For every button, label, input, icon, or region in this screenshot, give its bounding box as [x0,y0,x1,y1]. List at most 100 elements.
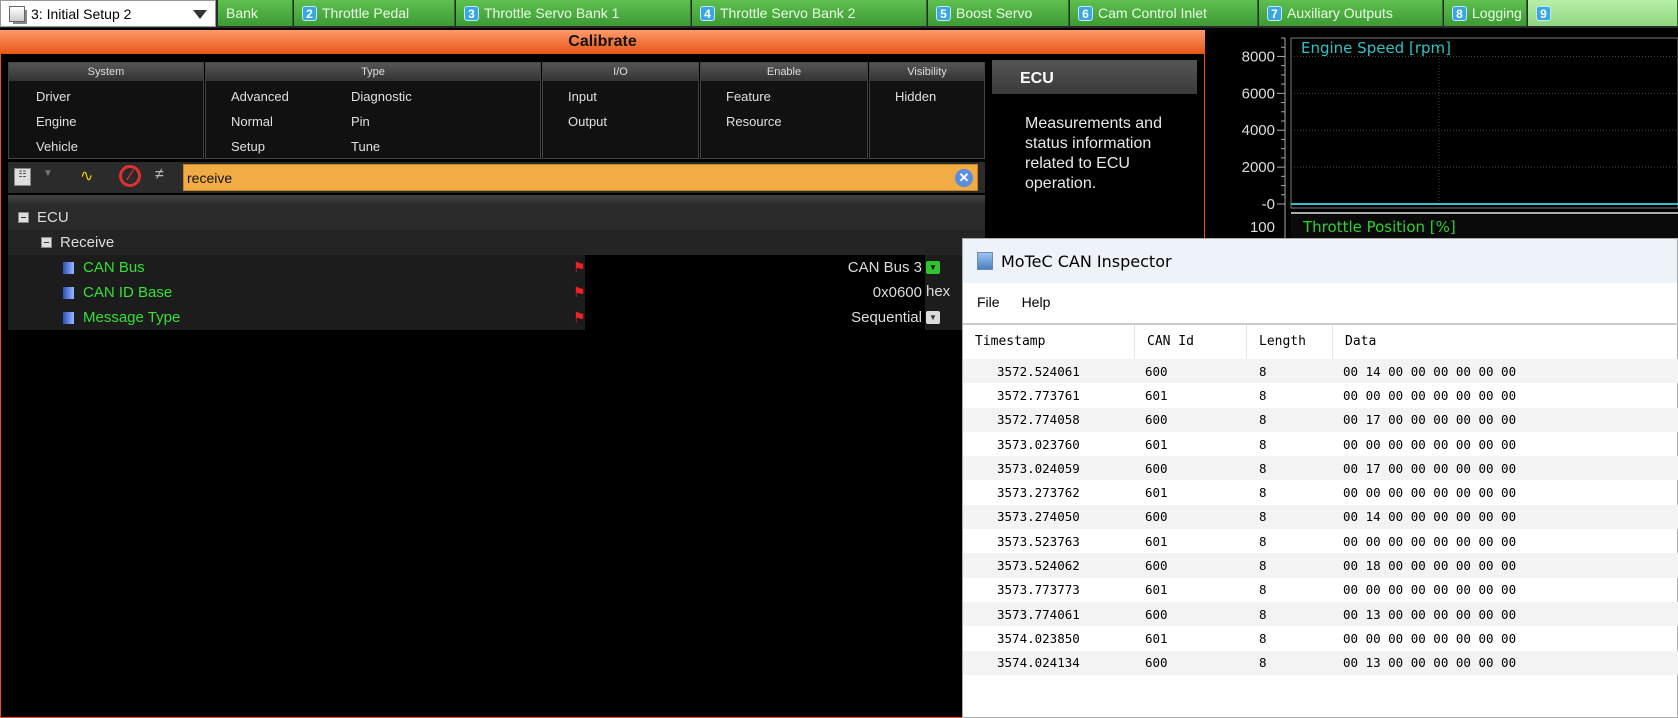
cell-can-id: 601 [1145,387,1168,403]
chevron-down-icon[interactable]: ▼ [43,168,53,179]
series-title: Engine Speed [rpm] [1301,39,1451,57]
table-row[interactable]: 3573.523763 601 8 00 00 00 00 00 00 00 00 [963,529,1678,553]
cell-timestamp: 3573.273762 [997,485,1080,501]
tab-boost-servo[interactable]: 5 Boost Servo [928,0,1069,26]
tab-logging[interactable]: 8 Logging [1444,0,1527,26]
workspace-dropdown[interactable]: 3: Initial Setup 2 [0,0,216,27]
clear-filter-icon[interactable]: ⁄ [119,165,141,187]
table-row[interactable]: 3572.774058 600 8 00 17 00 00 00 00 00 00 [963,407,1678,432]
cell-length: 8 [1259,387,1267,403]
cell-length: 8 [1259,558,1267,574]
table-row[interactable]: 3574.023850 601 8 00 00 00 00 00 00 00 00 [963,626,1678,650]
search-input[interactable] [183,164,978,191]
tree-row-can-id-base[interactable]: CAN ID Base ⚑ 0x0600 hex [8,280,985,305]
cell-can-id: 600 [1145,460,1168,476]
filter-driver[interactable]: Driver [36,89,71,104]
tree-node-receive[interactable]: Receive [8,230,985,255]
cell-data: 00 17 00 00 00 00 00 00 [1343,412,1517,428]
tree-view-icon[interactable]: ☷ [14,168,31,186]
dropdown-icon[interactable]: ▼ [926,261,940,274]
col-can-id[interactable]: CAN Id [1135,325,1247,359]
filter-pin[interactable]: Pin [351,114,370,129]
info-title: ECU [992,60,1197,94]
table-row[interactable]: 3573.023760 601 8 00 00 00 00 00 00 00 00 [963,432,1678,456]
tab-label: Throttle Servo Bank 1 [484,5,620,21]
cell-length: 8 [1259,436,1267,452]
value-field[interactable]: CAN Bus 3 [585,255,925,280]
clear-search-icon[interactable]: ✕ [955,169,973,187]
info-text: Measurements and status information rela… [1025,115,1162,192]
table-row[interactable]: 3574.024134 600 8 00 13 00 00 00 00 00 00 [963,650,1678,675]
table-row[interactable]: 3573.274050 600 8 00 14 00 00 00 00 00 00 [963,504,1678,530]
tree-label: Message Type [83,309,181,326]
cell-data: 00 18 00 00 00 00 00 00 [1343,558,1517,574]
tree-node-ecu[interactable]: ECU [8,205,985,230]
tab-auxiliary-outputs[interactable]: 7 Auxiliary Outputs [1259,0,1443,26]
filter-header: Type [206,63,540,81]
time-graph[interactable]: 8000 6000 4000 2000 -0 Engine Speed [rpm] Thro… [1205,30,1678,250]
title-bar[interactable]: MoTeC CAN Inspector [963,239,1677,283]
cell-data: 00 00 00 00 00 00 00 00 [1343,582,1517,598]
filter-vehicle[interactable]: Vehicle [36,139,78,154]
tree-header [8,195,985,205]
cell-length: 8 [1259,363,1267,379]
tab-bank[interactable]: Bank [218,0,293,26]
cell-timestamp: 3572.774058 [997,412,1080,428]
value-field[interactable]: Sequential [585,305,925,330]
tab-throttle-pedal[interactable]: 2 Throttle Pedal [294,0,455,26]
y-tick-label: 100 [1250,219,1275,236]
cell-length: 8 [1259,630,1267,646]
tab-throttle-servo-bank-2[interactable]: 4 Throttle Servo Bank 2 [692,0,927,26]
filter-normal[interactable]: Normal [231,114,273,129]
flag-icon: ⚑ [573,284,586,300]
flag-icon: ⚑ [573,259,586,275]
dropdown-icon[interactable]: ▼ [926,311,940,324]
filter-feature[interactable]: Feature [726,89,771,104]
filter-hidden[interactable]: Hidden [895,89,936,104]
filter-output[interactable]: Output [568,114,607,129]
wave-icon[interactable]: ∿ [80,166,93,186]
table-row[interactable]: 3572.524061 600 8 00 14 00 00 00 00 00 00 [963,359,1678,384]
table-row[interactable]: 3573.773773 601 8 00 00 00 00 00 00 00 00 [963,578,1678,602]
cell-timestamp: 3573.024059 [997,460,1080,476]
tree-row-message-type[interactable]: Message Type ⚑ Sequential ▼ [8,305,985,330]
col-timestamp[interactable]: Timestamp [963,325,1135,359]
filter-input[interactable]: Input [568,89,597,104]
col-length[interactable]: Length [1247,325,1333,359]
tab-label: Auxiliary Outputs [1287,5,1393,21]
tree-label: ECU [37,209,69,226]
menu-help[interactable]: Help [1022,294,1051,310]
cell-data: 00 00 00 00 00 00 00 00 [1343,485,1517,501]
filter-resource[interactable]: Resource [726,114,782,129]
menu-file[interactable]: File [977,294,1000,310]
filter-engine[interactable]: Engine [36,114,76,129]
cell-length: 8 [1259,655,1267,671]
table-row[interactable]: 3572.773761 601 8 00 00 00 00 00 00 00 00 [963,383,1678,407]
tab-throttle-servo-bank-1[interactable]: 3 Throttle Servo Bank 1 [456,0,691,26]
collapse-icon[interactable] [41,237,52,248]
cell-can-id: 601 [1145,582,1168,598]
cell-data: 00 13 00 00 00 00 00 00 [1343,606,1517,622]
value-field[interactable]: 0x0600 [585,280,925,305]
tree-row-can-bus[interactable]: CAN Bus ⚑ CAN Bus 3 ▼ [8,255,985,280]
tab-label: Boost Servo [956,5,1033,21]
y-tick-label: 4000 [1242,122,1275,139]
cell-can-id: 600 [1145,606,1168,622]
col-data[interactable]: Data [1333,325,1678,359]
calibrate-title: Calibrate [0,30,1205,54]
cell-data: 00 14 00 00 00 00 00 00 [1343,363,1517,379]
collapse-icon[interactable] [18,212,29,223]
filter-advanced[interactable]: Advanced [231,89,289,104]
filter-diagnostic[interactable]: Diagnostic [351,89,412,104]
filter-setup[interactable]: Setup [231,139,265,154]
table-row[interactable]: 3573.024059 600 8 00 17 00 00 00 00 00 00 [963,456,1678,481]
table-row[interactable]: 3573.524062 600 8 00 18 00 00 00 00 00 00 [963,553,1678,578]
cell-timestamp: 3572.524061 [997,363,1080,379]
table-row[interactable]: 3573.774061 600 8 00 13 00 00 00 00 00 00 [963,601,1678,627]
filter-tune[interactable]: Tune [351,139,380,154]
tab-cam-control-inlet[interactable]: 6 Cam Control Inlet [1070,0,1258,26]
table-row[interactable]: 3573.273762 601 8 00 00 00 00 00 00 00 00 [963,480,1678,504]
tab-9[interactable]: 9 [1528,0,1678,26]
tab-label: Throttle Servo Bank 2 [720,5,856,21]
not-equal-icon[interactable]: ≠ [155,166,164,184]
